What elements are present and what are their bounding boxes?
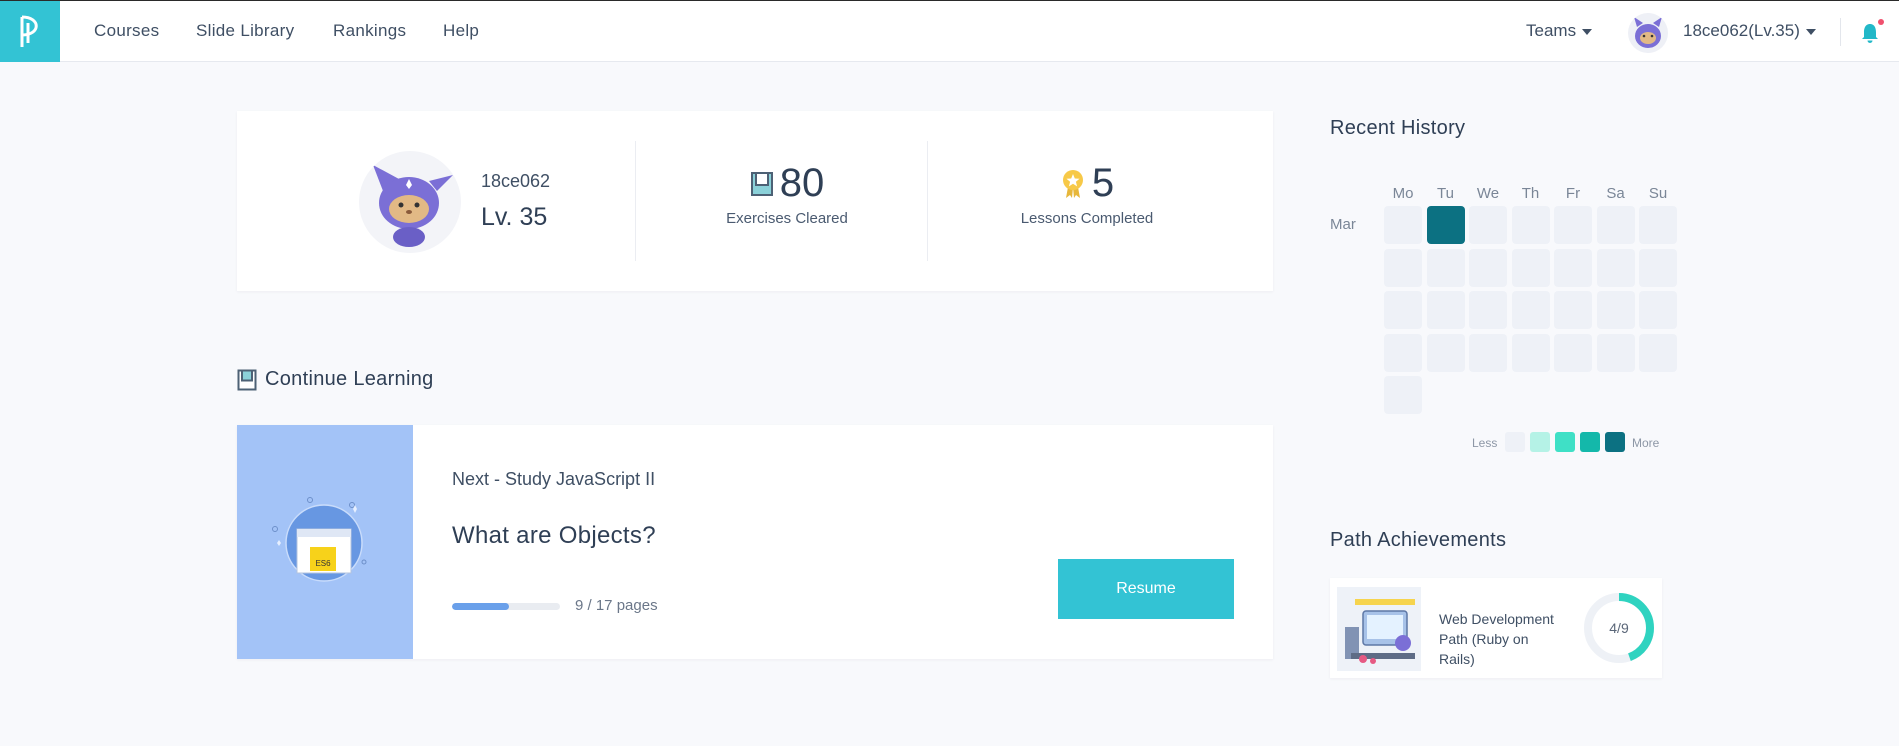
- es6-badge: ES6: [315, 559, 331, 568]
- history-cell[interactable]: [1596, 333, 1635, 372]
- bell-icon[interactable]: [1860, 22, 1880, 44]
- avatar[interactable]: [1628, 13, 1668, 53]
- history-cell[interactable]: [1426, 248, 1465, 287]
- lesson-title: What are Objects?: [452, 522, 656, 549]
- logo[interactable]: [0, 1, 60, 62]
- teams-label: Teams: [1526, 21, 1577, 40]
- history-cell[interactable]: [1426, 291, 1465, 329]
- nav-courses[interactable]: Courses: [94, 21, 159, 41]
- stat-divider: [927, 141, 928, 261]
- legend-swatch: [1580, 432, 1600, 452]
- history-cell[interactable]: [1469, 248, 1507, 287]
- history-cell[interactable]: [1469, 291, 1507, 329]
- history-cell[interactable]: [1639, 333, 1677, 372]
- recent-history-title: Recent History: [1330, 117, 1466, 139]
- exercises-count: 80: [779, 161, 825, 205]
- teams-dropdown[interactable]: Teams: [1526, 21, 1593, 41]
- lesson-progress-text: 9 / 17 pages: [575, 597, 658, 614]
- history-cell[interactable]: [1511, 291, 1550, 329]
- legend-less-label: Less: [1472, 436, 1498, 450]
- course-next-label: Next - Study JavaScript II: [452, 469, 656, 489]
- history-month-label: Mar: [1330, 216, 1356, 233]
- web-dev-illustration-icon: [1337, 587, 1421, 671]
- lessons-label: Lessons Completed: [1020, 210, 1154, 227]
- history-cell[interactable]: [1554, 333, 1592, 372]
- history-cell[interactable]: [1639, 206, 1677, 244]
- history-cell[interactable]: [1511, 206, 1550, 244]
- profile-level: Lv. 35: [481, 203, 548, 231]
- legend-swatch: [1530, 432, 1550, 452]
- stat-divider: [635, 141, 636, 261]
- cat-avatar-icon: [1634, 17, 1662, 48]
- profile-avatar: [359, 151, 461, 253]
- path-thumbnail: [1337, 587, 1421, 671]
- history-cell[interactable]: [1384, 376, 1422, 414]
- history-cell[interactable]: [1511, 333, 1550, 372]
- cat-avatar-icon: [373, 165, 453, 247]
- history-cell[interactable]: [1596, 206, 1635, 244]
- chevron-down-icon: [1805, 28, 1816, 35]
- course-thumbnail: ES6: [237, 425, 413, 659]
- user-menu[interactable]: 18ce062(Lv.35): [1683, 21, 1816, 41]
- history-day-label: Fr: [1565, 185, 1581, 202]
- legend-swatch: [1505, 432, 1525, 452]
- top-navbar: Courses Slide Library Rankings Help Team…: [0, 0, 1899, 62]
- nav-rankings[interactable]: Rankings: [333, 21, 406, 41]
- book-icon: [750, 171, 773, 196]
- path-achievements-title: Path Achievements: [1330, 529, 1507, 551]
- legend-swatch: [1555, 432, 1575, 452]
- history-cell[interactable]: [1596, 248, 1635, 287]
- medal-icon: [1062, 169, 1083, 198]
- lessons-count: 5: [1091, 161, 1115, 205]
- history-cell[interactable]: [1384, 248, 1422, 287]
- exercises-stat: 80 Exercises Cleared: [697, 161, 877, 227]
- lessons-stat: 5 Lessons Completed: [997, 161, 1177, 227]
- history-cell-active[interactable]: [1426, 206, 1465, 244]
- lesson-progress-fill: [452, 603, 510, 610]
- history-cell[interactable]: [1554, 206, 1592, 244]
- history-cell[interactable]: [1469, 333, 1507, 372]
- history-day-label: Tu: [1437, 185, 1454, 202]
- notification-dot: [1878, 19, 1884, 25]
- history-cell[interactable]: [1511, 248, 1550, 287]
- path-name: Web Development Path (Ruby on Rails): [1439, 611, 1554, 667]
- js-course-illustration-icon: ES6: [272, 497, 367, 582]
- history-cell[interactable]: [1384, 291, 1422, 329]
- profile-username: 18ce062: [481, 171, 551, 191]
- legend-more-label: More: [1632, 436, 1660, 450]
- exercises-label: Exercises Cleared: [726, 210, 848, 227]
- resume-button[interactable]: Resume: [1058, 559, 1234, 619]
- legend-swatch: [1605, 432, 1625, 452]
- history-day-label: Th: [1521, 185, 1540, 202]
- chevron-down-icon: [1582, 28, 1593, 35]
- history-cell[interactable]: [1384, 206, 1422, 244]
- history-cell[interactable]: [1554, 291, 1592, 329]
- logo-icon: [20, 15, 38, 47]
- history-day-label: Sa: [1606, 185, 1625, 202]
- history-cell[interactable]: [1639, 291, 1677, 329]
- history-cell[interactable]: [1596, 291, 1635, 329]
- history-day-label: Su: [1648, 185, 1668, 202]
- user-name-label: 18ce062(Lv.35): [1683, 21, 1800, 40]
- path-card[interactable]: Web Development Path (Ruby on Rails) 4/9: [1330, 578, 1662, 678]
- history-day-label: We: [1476, 185, 1500, 202]
- nav-slide-library[interactable]: Slide Library: [196, 21, 294, 41]
- history-cell[interactable]: [1554, 248, 1592, 287]
- path-progress-text: 4/9: [1609, 620, 1629, 636]
- nav-help[interactable]: Help: [443, 21, 479, 41]
- history-cell[interactable]: [1639, 248, 1677, 287]
- book-icon: [237, 369, 257, 390]
- history-cell[interactable]: [1384, 333, 1422, 372]
- continue-learning-title: Continue Learning: [265, 368, 434, 390]
- profile-card: 18ce062 Lv. 35 80 Exercises Cleared 5 Le…: [237, 111, 1273, 291]
- course-card[interactable]: ES6 Next - Study JavaScript II What are …: [237, 425, 1273, 659]
- history-day-label: Mo: [1392, 185, 1414, 202]
- history-cell[interactable]: [1426, 333, 1465, 372]
- lesson-progress-bar: [452, 603, 560, 610]
- history-cell[interactable]: [1469, 206, 1507, 244]
- nav-divider: [1840, 18, 1841, 46]
- continue-learning-heading: Continue Learning: [237, 368, 434, 391]
